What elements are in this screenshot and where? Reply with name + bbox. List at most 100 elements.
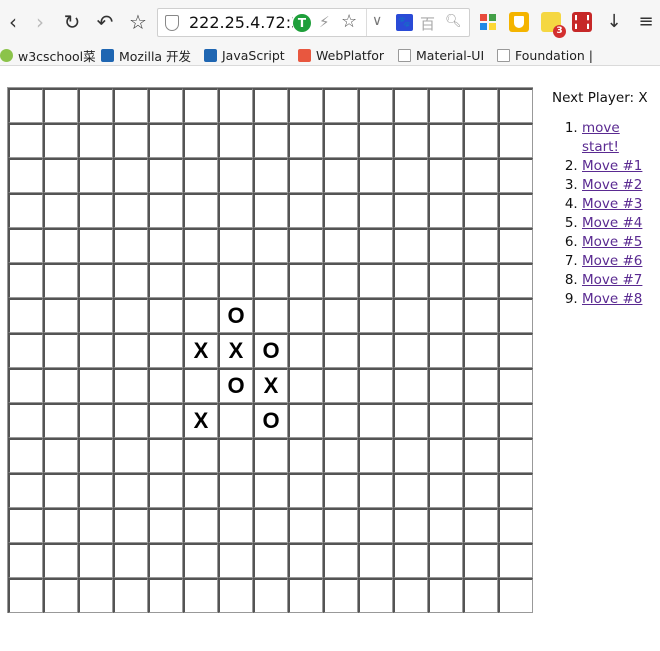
board-square[interactable] [148, 508, 183, 543]
board-square[interactable] [323, 578, 358, 613]
board-square[interactable] [428, 158, 463, 193]
board-square[interactable] [463, 403, 498, 438]
board-square[interactable] [428, 88, 463, 123]
board-square[interactable] [43, 193, 78, 228]
board-square[interactable] [43, 228, 78, 263]
board-square[interactable] [393, 298, 428, 333]
board-square[interactable] [148, 473, 183, 508]
board-square[interactable] [148, 158, 183, 193]
address-bar[interactable]: 222.25.4.72:30 T ⚡ ☆ ∨ 🐾 百 🔍︎ [157, 8, 470, 37]
board-square[interactable] [463, 298, 498, 333]
board-square[interactable] [8, 578, 43, 613]
board-square[interactable] [358, 123, 393, 158]
board-square[interactable] [463, 333, 498, 368]
board-square[interactable] [8, 543, 43, 578]
board-square[interactable] [393, 543, 428, 578]
board-square[interactable] [498, 508, 533, 543]
board-square[interactable] [393, 403, 428, 438]
baidu-search-icon[interactable]: 🐾 [396, 14, 413, 31]
board-square[interactable] [323, 368, 358, 403]
board-square[interactable] [358, 88, 393, 123]
board-square[interactable] [183, 578, 218, 613]
back-icon[interactable]: ‹ [0, 9, 26, 35]
board-square[interactable] [113, 403, 148, 438]
board-square[interactable] [8, 368, 43, 403]
board-square[interactable] [218, 403, 253, 438]
board-square[interactable] [218, 508, 253, 543]
board-square[interactable] [498, 263, 533, 298]
board-square[interactable] [323, 158, 358, 193]
board-square[interactable] [8, 333, 43, 368]
board-square[interactable] [218, 88, 253, 123]
board-square[interactable]: X [253, 368, 288, 403]
board-square[interactable] [358, 578, 393, 613]
board-square[interactable] [393, 578, 428, 613]
board-square[interactable] [428, 403, 463, 438]
board-square[interactable] [323, 438, 358, 473]
board-square[interactable] [113, 578, 148, 613]
board-square[interactable] [113, 298, 148, 333]
board-square[interactable] [288, 368, 323, 403]
board-square[interactable]: X [218, 333, 253, 368]
board-square[interactable] [43, 123, 78, 158]
board-square[interactable] [393, 193, 428, 228]
board-square[interactable] [253, 123, 288, 158]
board-square[interactable] [253, 473, 288, 508]
board-square[interactable] [78, 123, 113, 158]
board-square[interactable] [183, 263, 218, 298]
board-square[interactable] [288, 578, 323, 613]
board-square[interactable] [323, 228, 358, 263]
undo-icon[interactable]: ↶ [92, 9, 118, 35]
board-square[interactable] [183, 298, 218, 333]
board-square[interactable] [183, 158, 218, 193]
board-square[interactable] [43, 473, 78, 508]
reload-icon[interactable]: ↻ [59, 9, 85, 35]
board-square[interactable] [43, 543, 78, 578]
board-square[interactable] [8, 158, 43, 193]
board-square[interactable] [323, 333, 358, 368]
board-square[interactable] [498, 88, 533, 123]
board-square[interactable] [148, 543, 183, 578]
tampermonkey-icon[interactable]: 3 [541, 12, 566, 38]
board-square[interactable] [358, 368, 393, 403]
board-square[interactable] [463, 193, 498, 228]
bookmark-mozilla[interactable]: Mozilla 开发 [101, 44, 191, 66]
board-square[interactable] [113, 193, 148, 228]
board-square[interactable] [428, 368, 463, 403]
board-square[interactable] [498, 543, 533, 578]
board-square[interactable] [253, 193, 288, 228]
board-square[interactable] [323, 88, 358, 123]
board-square[interactable] [428, 263, 463, 298]
board-square[interactable] [78, 333, 113, 368]
board-square[interactable] [358, 543, 393, 578]
board-square[interactable] [8, 263, 43, 298]
board-square[interactable] [113, 368, 148, 403]
download-icon[interactable]: ↓ [604, 12, 624, 32]
board-square[interactable] [288, 473, 323, 508]
board-square[interactable] [113, 543, 148, 578]
move-link[interactable]: Move #4 [582, 215, 642, 231]
board-square[interactable] [218, 228, 253, 263]
board-square[interactable] [498, 298, 533, 333]
board-square[interactable] [8, 123, 43, 158]
bookmark-material-ui[interactable]: Material-UI [398, 44, 484, 66]
board-square[interactable] [43, 578, 78, 613]
board-square[interactable] [113, 123, 148, 158]
board-square[interactable] [428, 123, 463, 158]
board-square[interactable] [323, 473, 358, 508]
board-square[interactable] [393, 333, 428, 368]
bookmark-javascript[interactable]: JavaScript [204, 44, 285, 66]
board-square[interactable] [78, 368, 113, 403]
board-square[interactable] [498, 123, 533, 158]
board-square[interactable] [463, 263, 498, 298]
board-square[interactable] [8, 193, 43, 228]
board-square[interactable] [253, 508, 288, 543]
board-square[interactable] [498, 578, 533, 613]
bookmark-star-icon[interactable]: ☆ [125, 9, 151, 35]
board-square[interactable] [393, 438, 428, 473]
board-square[interactable] [148, 333, 183, 368]
board-square[interactable] [393, 88, 428, 123]
board-square[interactable] [358, 438, 393, 473]
video-extension-icon[interactable] [572, 12, 592, 32]
board-square[interactable] [253, 578, 288, 613]
